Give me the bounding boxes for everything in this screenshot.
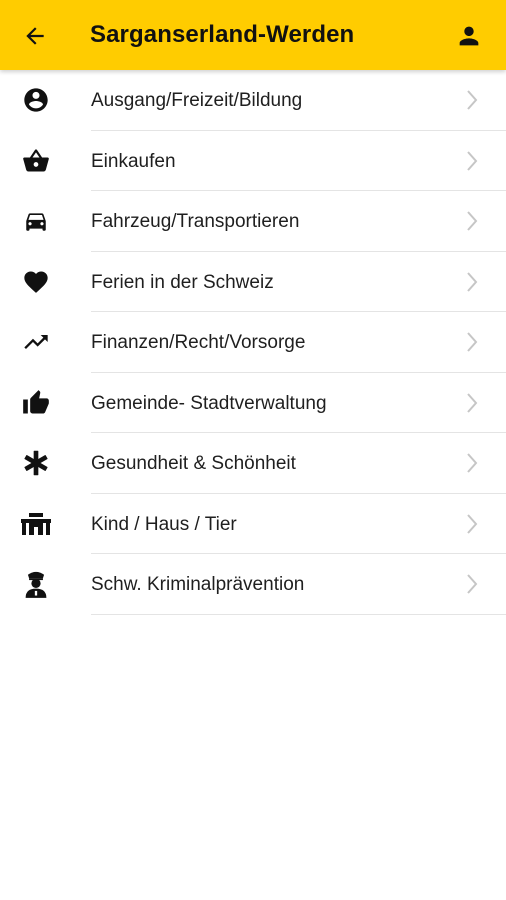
list-item-label: Fahrzeug/Transportieren [91, 211, 300, 232]
chevron-right-icon [462, 513, 482, 535]
list-item-label: Einkaufen [91, 150, 176, 172]
list-item-gesundheit[interactable]: Gesundheit & Schönheit [0, 433, 506, 494]
divider [91, 613, 506, 615]
category-icon [18, 447, 54, 479]
profile-button[interactable] [450, 17, 488, 55]
chevron-right-icon [462, 573, 482, 595]
person-icon [459, 26, 479, 46]
chevron-right-icon [462, 331, 482, 353]
list-item-label: Gesundheit & Schönheit [91, 453, 296, 474]
chevron-right-icon [462, 89, 482, 111]
category-icon [18, 326, 54, 358]
list-item-gemeinde[interactable]: Gemeinde- Stadtverwaltung [0, 373, 506, 433]
house-icon [21, 512, 51, 535]
trending-up-icon [24, 335, 48, 349]
app-bar: Sarganserland-Werden [0, 0, 506, 70]
list-item-label: Ausgang/Freizeit/Bildung [91, 90, 303, 111]
back-button[interactable] [16, 17, 54, 55]
chevron-right-icon [462, 150, 482, 172]
list-item-ferien[interactable]: Ferien in der Schweiz [0, 252, 506, 312]
category-icon [18, 508, 54, 540]
list-item-label: Finanzen/Recht/Vorsorge [91, 332, 306, 353]
category-icon [18, 205, 54, 237]
category-icon [18, 145, 54, 177]
arrow-left-icon [26, 27, 44, 45]
asterisk-icon [24, 450, 48, 476]
page-title: Sarganserland-Werden [90, 21, 355, 48]
list-item-finanzen[interactable]: Finanzen/Recht/Vorsorge [0, 312, 506, 373]
account-circle-icon [24, 88, 48, 112]
list-item-einkaufen[interactable]: Einkaufen [0, 131, 506, 191]
list-item-label: Schw. Kriminalprävention [91, 574, 305, 595]
list-item-kind[interactable]: Kind / Haus / Tier [0, 494, 506, 554]
list-item-ausgang[interactable]: Ausgang/Freizeit/Bildung [0, 70, 506, 131]
chevron-right-icon [462, 392, 482, 414]
list-item-fahrzeug[interactable]: Fahrzeug/Transportieren [0, 191, 506, 252]
thumbs-up-icon [23, 389, 49, 413]
list-item-label: Ferien in der Schweiz [91, 271, 274, 293]
list-item-label: Kind / Haus / Tier [91, 513, 237, 535]
category-icon [18, 266, 54, 298]
category-list: Ausgang/Freizeit/Bildung Einkaufen Fahrz… [0, 70, 506, 615]
category-icon [18, 568, 54, 600]
police-officer-icon [25, 571, 47, 598]
chevron-right-icon [462, 452, 482, 474]
chevron-right-icon [462, 210, 482, 232]
heart-icon [24, 271, 48, 293]
list-item-kriminalpraevention[interactable]: Schw. Kriminalprävention [0, 554, 506, 615]
car-icon [26, 213, 46, 231]
chevron-right-icon [462, 271, 482, 293]
category-icon [18, 84, 54, 116]
shopping-basket-icon [23, 148, 49, 171]
list-item-label: Gemeinde- Stadtverwaltung [91, 392, 327, 414]
category-icon [18, 387, 54, 419]
